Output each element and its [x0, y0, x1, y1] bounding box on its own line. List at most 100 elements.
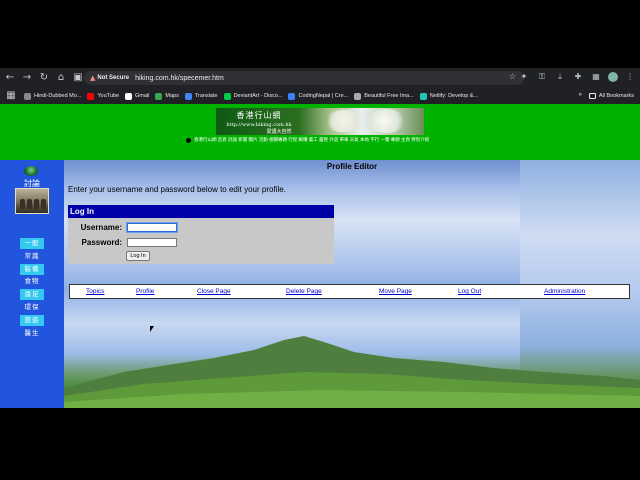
site-header: 香港行山網 http://www.hiking.com.hk 愛護大自然 香港行…	[0, 104, 640, 160]
forward-icon[interactable]: →	[20, 71, 34, 85]
site-menu: 香港行山網 首頁 討論 新聞 圖片 活動 相關專題 行程 郵購 義工 露營 外遊…	[186, 136, 429, 144]
bookmark-favicon-icon	[354, 92, 362, 100]
sidebar-item[interactable]: 常識	[20, 251, 44, 262]
bookmarks-overflow[interactable]: »	[579, 92, 582, 98]
browser-toolbar: ← → ↻ ⌂ ▣ ▲ Not Secure hiking.com.hk/spe…	[0, 68, 640, 104]
bookmark-label: Translate	[194, 93, 218, 99]
security-indicator[interactable]: ▲ Not Secure	[90, 74, 129, 82]
sidebar-item[interactable]: 醫生	[20, 328, 44, 339]
bookmark-item[interactable]: Maps	[155, 92, 179, 100]
bookmark-label: YouTube	[97, 93, 120, 99]
apps-grid-icon[interactable]: ▦	[4, 89, 18, 103]
bookmark-item[interactable]: Beautiful Free Ima...	[354, 92, 414, 100]
bookmark-favicon-icon	[125, 92, 133, 100]
url-text: hiking.com.hk/specemer.htm	[135, 74, 224, 82]
page-title: Profile Editor	[326, 162, 378, 171]
action-link[interactable]: Profile	[136, 288, 154, 295]
login-button[interactable]: Log In	[126, 251, 150, 261]
security-label: Not Secure	[97, 75, 130, 81]
sidebar-item[interactable]: 食物	[20, 276, 44, 287]
main-content: Profile Editor Enter your username and p…	[64, 160, 640, 408]
banner-title: 香港行山網	[236, 111, 282, 120]
sidebar-item[interactable]: 環保	[20, 302, 44, 313]
tab-search-icon[interactable]: ▣	[71, 71, 85, 85]
site-banner[interactable]: 香港行山網 http://www.hiking.com.hk 愛護大自然	[216, 108, 424, 135]
web-page: 香港行山網 http://www.hiking.com.hk 愛護大自然 香港行…	[0, 104, 640, 408]
group-photo	[15, 188, 49, 214]
screen-bottom	[0, 408, 640, 480]
bookmark-item[interactable]: DeviantArt - Disco...	[223, 92, 283, 100]
bookmarks-bar: ▦ Hindi-Dubbed Mo... YouTube Gmail Maps Tran…	[0, 88, 640, 104]
login-heading: Log In	[68, 205, 334, 218]
bookmark-favicon-icon	[155, 92, 163, 100]
tab-grid-icon[interactable]: ▦	[590, 71, 602, 83]
bookmark-favicon-icon	[184, 92, 192, 100]
download-icon[interactable]: ⤓	[554, 71, 566, 83]
sidebar: 討論 一般 常識 裝備 食物 遠足 環保 旅遊 醫生	[0, 160, 64, 408]
folder-icon	[588, 93, 596, 99]
reload-icon[interactable]: ↻	[37, 71, 51, 85]
bookmark-item[interactable]: YouTube	[87, 92, 120, 100]
bookmark-label: Hindi-Dubbed Mo...	[34, 93, 82, 99]
bookmark-item[interactable]: CodingNepal | Cre...	[288, 92, 349, 100]
sidebar-item[interactable]: 裝備	[20, 263, 44, 275]
login-panel: Log In Username: Password: Log In	[68, 205, 334, 264]
mouse-cursor-icon	[150, 326, 154, 332]
flower-image	[324, 110, 364, 132]
bullet-icon	[186, 137, 191, 143]
address-bar[interactable]: ▲ Not Secure hiking.com.hk/specemer.htm …	[84, 71, 524, 85]
home-icon[interactable]: ⌂	[54, 71, 68, 85]
bookmark-favicon-icon	[87, 92, 95, 100]
puzzle-icon[interactable]: ✚	[572, 71, 584, 83]
action-link[interactable]: Delete Page	[286, 288, 322, 295]
bookmark-item[interactable]: Translate	[184, 92, 218, 100]
username-input[interactable]	[127, 222, 177, 232]
bookmark-label: Netlify: Develop &...	[429, 93, 479, 99]
bookmark-favicon-icon	[223, 92, 231, 100]
sidebar-item[interactable]: 旅遊	[20, 314, 44, 326]
url-row: ← → ↻ ⌂ ▣ ▲ Not Secure hiking.com.hk/spe…	[0, 68, 640, 88]
toolbar-actions: ✦ ⚿ ⤓ ✚ ▦ ⋮	[518, 71, 636, 83]
screen: ← → ↻ ⌂ ▣ ▲ Not Secure hiking.com.hk/spe…	[0, 0, 640, 480]
password-key-icon[interactable]: ⚿	[536, 71, 548, 83]
bookmark-favicon-icon	[288, 92, 296, 100]
password-label: Password:	[81, 237, 122, 247]
sidebar-nav: 一般常識 裝備 食物遠足 環保 旅遊醫生	[20, 238, 44, 340]
password-input[interactable]	[127, 237, 177, 247]
username-label: Username:	[80, 222, 122, 232]
flower-image-2	[366, 109, 406, 133]
bookmark-label: Gmail	[135, 93, 150, 99]
bookmark-label: Maps	[165, 93, 179, 99]
action-link[interactable]: Administration	[544, 288, 585, 295]
bookmark-item[interactable]: Netlify: Develop &...	[419, 92, 479, 100]
mountain-background	[64, 336, 640, 408]
action-link[interactable]: Close Page	[197, 288, 231, 295]
username-row: Username:	[68, 221, 177, 233]
action-links-bar: Topics Profile Close Page Delete Page Move P…	[69, 284, 630, 299]
all-bookmarks[interactable]: All Bookmarks	[588, 93, 634, 99]
instructions-text: Enter your username and password below t…	[68, 185, 286, 194]
bookmark-label: DeviantArt - Disco...	[233, 93, 283, 99]
globe-logo-icon	[24, 166, 38, 176]
banner-tagline: 愛護大自然	[266, 129, 292, 135]
bookmark-label: CodingNepal | Cre...	[298, 93, 349, 99]
site-menu-links[interactable]: 香港行山網 首頁 討論 新聞 圖片 活動 相關專題 行程 郵購 義工 露營 外遊…	[194, 137, 429, 143]
bookmark-star-icon[interactable]: ☆	[509, 72, 516, 81]
banner-text: 香港行山網 http://www.hiking.com.hk 愛護大自然	[216, 110, 302, 135]
profile-avatar[interactable]	[608, 72, 618, 82]
bookmark-favicon-icon	[419, 92, 427, 100]
extensions-icon[interactable]: ✦	[518, 71, 530, 83]
password-row: Password:	[68, 236, 177, 248]
bookmark-label: Beautiful Free Ima...	[364, 93, 414, 99]
menu-kebab-icon[interactable]: ⋮	[624, 71, 636, 83]
bookmark-item[interactable]: Hindi-Dubbed Mo...	[24, 92, 82, 100]
sidebar-item[interactable]: 遠足	[20, 289, 44, 301]
action-link[interactable]: Move Page	[379, 288, 412, 295]
back-icon[interactable]: ←	[3, 71, 17, 85]
warning-icon: ▲	[90, 74, 96, 82]
sidebar-item[interactable]: 一般	[20, 238, 44, 249]
bookmark-item[interactable]: Gmail	[125, 92, 150, 100]
action-link[interactable]: Topics	[86, 288, 104, 295]
action-link[interactable]: Log Out	[458, 288, 481, 295]
bookmark-favicon-icon	[24, 92, 31, 100]
